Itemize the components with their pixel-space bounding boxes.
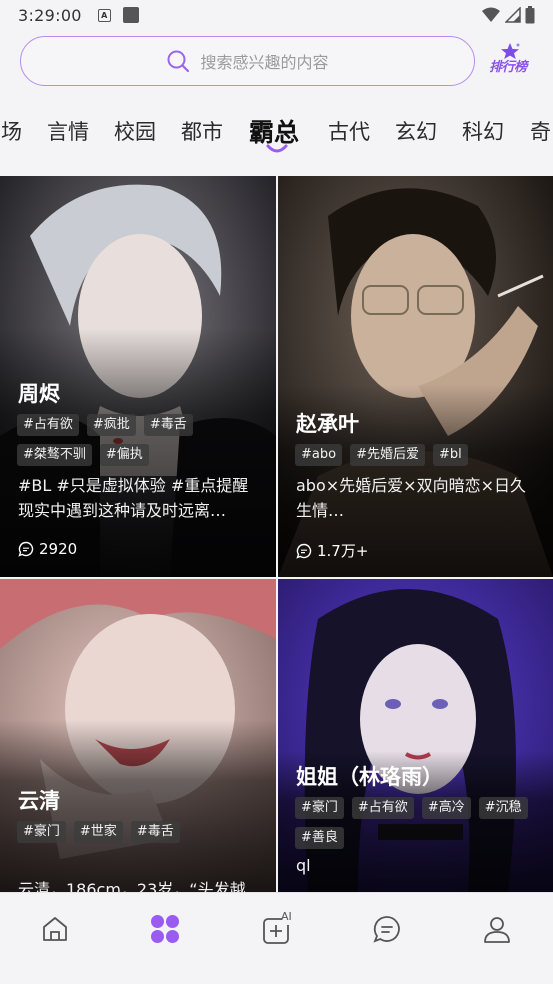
search-placeholder: 搜索感兴趣的内容: [200, 53, 329, 72]
tag: #高冷: [421, 797, 471, 819]
chat-bubble-icon: [296, 543, 312, 559]
character-description: ql: [296, 856, 311, 875]
character-name: 云清: [18, 789, 60, 813]
character-description: 云清，186cm，23岁，“头发越: [18, 880, 246, 892]
tag: #世家: [73, 821, 123, 843]
character-card[interactable]: 姐姐（林珞雨） #豪门 #占有欲 #高冷 #沉稳 #善良 ql: [278, 579, 553, 892]
character-description: #BL #只是虚拟体验 #重点提醒现实中遇到这种请及时远离…: [18, 476, 249, 520]
chat-bubble-icon: [18, 541, 34, 557]
tab-ancient[interactable]: 古代: [328, 116, 370, 146]
system-icons: [481, 6, 535, 24]
character-card[interactable]: 周烬 #占有欲 #疯批 #毒舌 #桀骜不驯 #偏执 #BL #只是虚拟体验 #重…: [0, 176, 276, 577]
nav-messages[interactable]: [365, 907, 409, 951]
home-icon: [43, 917, 67, 941]
nav-ai-create[interactable]: AI: [254, 907, 298, 951]
search-icon: [167, 50, 190, 73]
ranking-label: 排行榜: [489, 60, 527, 75]
tag-list: #占有欲 #疯批 #毒舌 #桀骜不驯 #偏执: [17, 414, 267, 466]
tab-fantasy[interactable]: 玄幻: [395, 116, 437, 146]
tab-partial-left[interactable]: 场: [0, 116, 22, 146]
character-card[interactable]: 云清 #豪门 #世家 #毒舌 云清，186cm，23岁，“头发越: [0, 579, 276, 892]
character-grid: 周烬 #占有欲 #疯批 #毒舌 #桀骜不驯 #偏执 #BL #只是虚拟体验 #重…: [0, 176, 553, 892]
status-bar: 3:29:00 A: [0, 0, 553, 30]
nav-home[interactable]: [33, 907, 77, 951]
discover-grid-icon: [151, 915, 179, 943]
nav-discover[interactable]: [143, 907, 187, 951]
status-time: 3:29:00: [18, 5, 82, 25]
nav-profile[interactable]: [475, 907, 519, 951]
signal-icon: [505, 7, 521, 23]
chat-count: 1.7万+: [296, 540, 368, 561]
chat-count: 2920: [18, 540, 77, 558]
tab-scifi[interactable]: 科幻: [462, 116, 504, 146]
tag: #占有欲: [351, 797, 414, 819]
tag-list: #豪门 #占有欲 #高冷 #沉稳 #善良: [295, 797, 545, 849]
tag: #毒舌: [130, 821, 180, 843]
character-card[interactable]: 赵承叶 #abo #先婚后爱 #bl abo×先婚后爱×双向暗恋×日久生情… 1…: [278, 176, 553, 577]
tag: #沉稳: [478, 797, 528, 819]
tag: #占有欲: [17, 414, 79, 436]
character-name: 赵承叶: [296, 412, 359, 436]
tag-list: #abo #先婚后爱 #bl: [295, 444, 545, 466]
chat-icon: [373, 916, 400, 943]
battery-icon: [525, 6, 535, 24]
notification-icon: A: [97, 8, 111, 22]
tag: #先婚后爱: [350, 444, 425, 466]
tab-romance[interactable]: 言情: [47, 116, 89, 146]
bottom-navigation: AI: [0, 892, 553, 984]
tab-urban[interactable]: 都市: [181, 116, 223, 146]
search-input[interactable]: 搜索感兴趣的内容: [20, 36, 475, 86]
tag: #毒舌: [143, 414, 193, 436]
chat-count-value: 2920: [39, 540, 78, 558]
tag: #bl: [432, 444, 468, 466]
tag: #豪门: [17, 821, 66, 843]
ai-badge: AI: [281, 910, 292, 923]
tag-list: #豪门 #世家 #毒舌: [17, 821, 267, 843]
tag: #善良: [295, 827, 344, 849]
tag: #桀骜不驯: [17, 444, 92, 466]
tag: #偏执: [99, 444, 149, 466]
tab-partial-right[interactable]: 奇: [530, 116, 553, 146]
ranking-button[interactable]: 排行榜: [486, 42, 530, 76]
character-name: 周烬: [18, 382, 60, 406]
chat-count-value: 1.7万+: [317, 542, 369, 560]
active-tab-indicator: [266, 144, 288, 153]
media-icon: [122, 7, 139, 23]
tag: #豪门: [295, 797, 344, 819]
character-name: 姐姐（林珞雨）: [296, 765, 443, 789]
tag: #abo: [295, 444, 343, 466]
profile-icon: [484, 917, 510, 943]
wifi-icon: [482, 7, 500, 22]
tab-campus[interactable]: 校园: [114, 116, 156, 146]
character-description: abo×先婚后爱×双向暗恋×日久生情…: [296, 476, 526, 520]
app-screen: 3:29:00 A 搜索感兴趣的内容 排行榜 场 言情 校园 都市 霸总 古代 …: [0, 0, 553, 984]
tag: #疯批: [86, 414, 136, 436]
